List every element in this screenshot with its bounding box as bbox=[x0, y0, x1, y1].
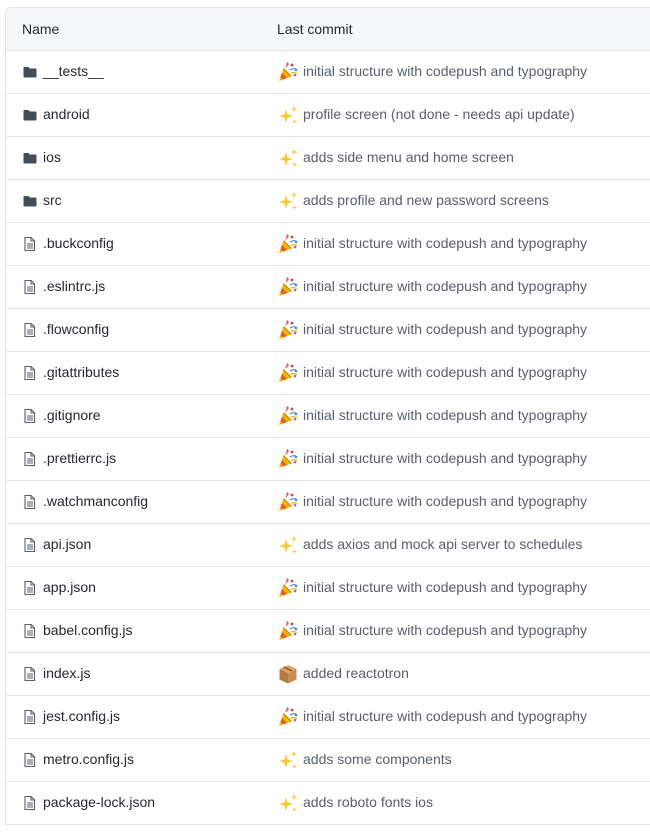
file-icon bbox=[23, 537, 37, 553]
file-icon bbox=[23, 451, 37, 467]
file-row[interactable]: __tests__ initial structure with codepush… bbox=[6, 51, 650, 94]
commit-message-link[interactable]: initial structure with codepush and typo… bbox=[303, 493, 587, 509]
file-table-header: Name Last commit bbox=[6, 8, 650, 51]
file-name-link[interactable]: .gitattributes bbox=[43, 364, 119, 380]
last-commit-column-header: Last commit bbox=[277, 21, 353, 37]
file-icon bbox=[23, 623, 37, 639]
sparkles-icon bbox=[277, 534, 299, 556]
commit-message-link[interactable]: initial structure with codepush and typo… bbox=[303, 622, 587, 638]
file-row[interactable]: ios adds side menu and home screen bbox=[6, 137, 650, 180]
file-name-link[interactable]: package-lock.json bbox=[43, 794, 155, 810]
file-icon bbox=[23, 709, 37, 725]
tada-icon bbox=[277, 319, 299, 341]
commit-message-link[interactable]: added reactotron bbox=[303, 665, 409, 681]
folder-icon bbox=[23, 107, 37, 123]
sparkles-icon bbox=[277, 792, 299, 814]
tada-icon bbox=[277, 706, 299, 728]
commit-message-link[interactable]: adds profile and new password screens bbox=[303, 192, 549, 208]
file-row[interactable]: src adds profile and new password screens bbox=[6, 180, 650, 223]
file-row[interactable]: .buckconfig initial structure with codepu… bbox=[6, 223, 650, 266]
tada-icon bbox=[277, 61, 299, 83]
file-icon bbox=[23, 666, 37, 682]
tada-icon bbox=[277, 448, 299, 470]
tada-icon bbox=[277, 620, 299, 642]
commit-message-link[interactable]: adds roboto fonts ios bbox=[303, 794, 433, 810]
file-name-link[interactable]: metro.config.js bbox=[43, 751, 134, 767]
file-row[interactable]: package-lock.json adds roboto fonts ios bbox=[6, 782, 650, 825]
file-icon bbox=[23, 279, 37, 295]
commit-message-link[interactable]: initial structure with codepush and typo… bbox=[303, 321, 587, 337]
file-name-link[interactable]: .eslintrc.js bbox=[43, 278, 105, 294]
file-row[interactable]: .prettierrc.js initial structure with cod… bbox=[6, 438, 650, 481]
file-row[interactable]: .flowconfig initial structure with codepu… bbox=[6, 309, 650, 352]
folder-icon bbox=[23, 193, 37, 209]
commit-message-link[interactable]: initial structure with codepush and typo… bbox=[303, 278, 587, 294]
file-name-link[interactable]: .gitignore bbox=[43, 407, 101, 423]
package-icon bbox=[277, 663, 299, 685]
file-row[interactable]: api.json adds axios and mock api server t… bbox=[6, 524, 650, 567]
file-name-link[interactable]: .buckconfig bbox=[43, 235, 114, 251]
file-row[interactable]: .eslintrc.js initial structure with codep… bbox=[6, 266, 650, 309]
tada-icon bbox=[277, 276, 299, 298]
file-row[interactable]: index.js added reactotron bbox=[6, 653, 650, 696]
file-icon bbox=[23, 322, 37, 338]
file-icon bbox=[23, 752, 37, 768]
file-row[interactable]: metro.config.js adds some components bbox=[6, 739, 650, 782]
tada-icon bbox=[277, 233, 299, 255]
file-row[interactable]: jest.config.js initial structure with cod… bbox=[6, 696, 650, 739]
commit-message-link[interactable]: profile screen (not done - needs api upd… bbox=[303, 106, 575, 122]
sparkles-icon bbox=[277, 190, 299, 212]
sparkles-icon bbox=[277, 104, 299, 126]
commit-message-link[interactable]: initial structure with codepush and typo… bbox=[303, 235, 587, 251]
file-row[interactable]: babel.config.js initial structure with co… bbox=[6, 610, 650, 653]
commit-message-link[interactable]: initial structure with codepush and typo… bbox=[303, 63, 587, 79]
tada-icon bbox=[277, 405, 299, 427]
file-table: Name Last commit __tests__initial struct… bbox=[5, 7, 650, 825]
folder-icon bbox=[23, 150, 37, 166]
file-name-link[interactable]: api.json bbox=[43, 536, 91, 552]
file-name-link[interactable]: .prettierrc.js bbox=[43, 450, 116, 466]
file-name-link[interactable]: .watchmanconfig bbox=[43, 493, 148, 509]
commit-message-link[interactable]: adds axios and mock api server to schedu… bbox=[303, 536, 582, 552]
file-icon bbox=[23, 236, 37, 252]
file-row[interactable]: android profile screen (not done - needs … bbox=[6, 94, 650, 137]
commit-message-link[interactable]: initial structure with codepush and typo… bbox=[303, 364, 587, 380]
file-row[interactable]: .gitattributes initial structure with cod… bbox=[6, 352, 650, 395]
file-icon bbox=[23, 408, 37, 424]
sparkles-icon bbox=[277, 147, 299, 169]
file-name-link[interactable]: android bbox=[43, 106, 90, 122]
file-name-link[interactable]: .flowconfig bbox=[43, 321, 109, 337]
folder-icon bbox=[23, 64, 37, 80]
file-icon bbox=[23, 494, 37, 510]
tada-icon bbox=[277, 491, 299, 513]
file-icon bbox=[23, 795, 37, 811]
name-column-header: Name bbox=[22, 21, 60, 37]
tada-icon bbox=[277, 362, 299, 384]
file-name-link[interactable]: app.json bbox=[43, 579, 96, 595]
file-name-link[interactable]: index.js bbox=[43, 665, 90, 681]
file-icon bbox=[23, 580, 37, 596]
file-name-link[interactable]: src bbox=[43, 192, 62, 208]
commit-message-link[interactable]: adds side menu and home screen bbox=[303, 149, 514, 165]
file-name-link[interactable]: babel.config.js bbox=[43, 622, 133, 638]
commit-message-link[interactable]: initial structure with codepush and typo… bbox=[303, 579, 587, 595]
sparkles-icon bbox=[277, 749, 299, 771]
commit-message-link[interactable]: adds some components bbox=[303, 751, 452, 767]
file-row[interactable]: .watchmanconfig initial structure with co… bbox=[6, 481, 650, 524]
file-list: __tests__initial structure with codepush… bbox=[6, 51, 650, 825]
file-name-link[interactable]: jest.config.js bbox=[43, 708, 120, 724]
commit-message-link[interactable]: initial structure with codepush and typo… bbox=[303, 708, 587, 724]
file-icon bbox=[23, 365, 37, 381]
file-name-link[interactable]: ios bbox=[43, 149, 61, 165]
file-name-link[interactable]: __tests__ bbox=[43, 63, 104, 79]
commit-message-link[interactable]: initial structure with codepush and typo… bbox=[303, 450, 587, 466]
commit-message-link[interactable]: initial structure with codepush and typo… bbox=[303, 407, 587, 423]
file-row[interactable]: .gitignore initial structure with codepus… bbox=[6, 395, 650, 438]
tada-icon bbox=[277, 577, 299, 599]
file-row[interactable]: app.json initial structure with codepush … bbox=[6, 567, 650, 610]
